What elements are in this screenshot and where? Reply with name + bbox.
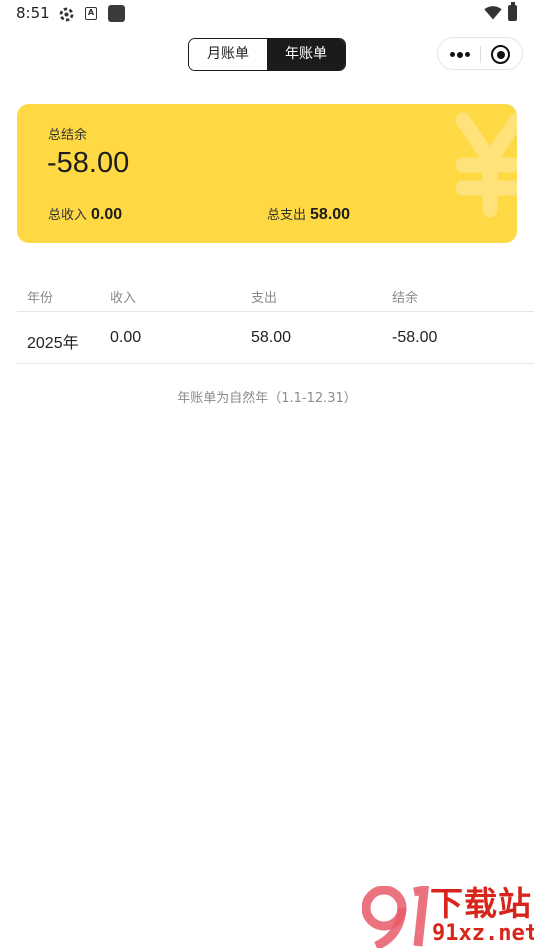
column-header-expense: 支出 [251, 291, 278, 306]
cell-year: 2025年 [27, 335, 79, 352]
expense-value: 58.00 [310, 206, 351, 223]
app-square-icon [108, 5, 125, 22]
capsule-divider [480, 46, 481, 63]
income-label: 总收入 [48, 208, 88, 223]
watermark: 下载站 91xz.net [362, 886, 534, 950]
status-bar: 8:51 A [0, 0, 534, 28]
battery-charging-icon [508, 2, 517, 21]
tab-monthly-bill[interactable]: 月账单 [189, 39, 267, 70]
column-header-balance: 结余 [392, 291, 419, 306]
expense-label: 总支出 [267, 208, 307, 223]
column-header-year: 年份 [27, 291, 54, 306]
table-header: 年份 收入 支出 结余 [17, 278, 534, 312]
cell-expense: 58.00 [251, 329, 292, 346]
more-dots-icon[interactable] [450, 48, 470, 60]
tab-yearly-bill[interactable]: 年账单 [267, 39, 345, 70]
watermark-domain: 91xz.net [432, 921, 534, 946]
target-close-icon[interactable] [491, 45, 510, 64]
column-header-income: 收入 [110, 291, 137, 306]
yen-icon [455, 112, 517, 218]
cell-income: 0.00 [110, 329, 142, 346]
income-summary: 总收入 0.00 [48, 204, 122, 224]
income-value: 0.00 [91, 206, 123, 223]
font-a-icon: A [85, 7, 97, 20]
watermark-logo-icon [362, 886, 429, 948]
summary-card: 总结余 -58.00 总收入 0.00 总支出 58.00 [17, 104, 517, 243]
balance-label: 总结余 [48, 128, 88, 143]
watermark-title: 下载站 [430, 884, 532, 923]
settings-icon [59, 7, 74, 22]
miniprogram-capsule [437, 37, 523, 70]
balance-value: -58.00 [47, 147, 130, 179]
status-time: 8:51 [16, 4, 50, 22]
cell-balance: -58.00 [392, 329, 438, 346]
expense-summary: 总支出 58.00 [267, 204, 350, 224]
bill-period-switch: 月账单 年账单 [188, 38, 346, 71]
wifi-icon [484, 6, 502, 20]
yearly-note: 年账单为自然年（1.1-12.31） [177, 391, 357, 406]
yearly-table: 年份 收入 支出 结余 2025年 0.00 58.00 -58.00 [17, 278, 534, 364]
table-row[interactable]: 2025年 0.00 58.00 -58.00 [17, 312, 534, 364]
